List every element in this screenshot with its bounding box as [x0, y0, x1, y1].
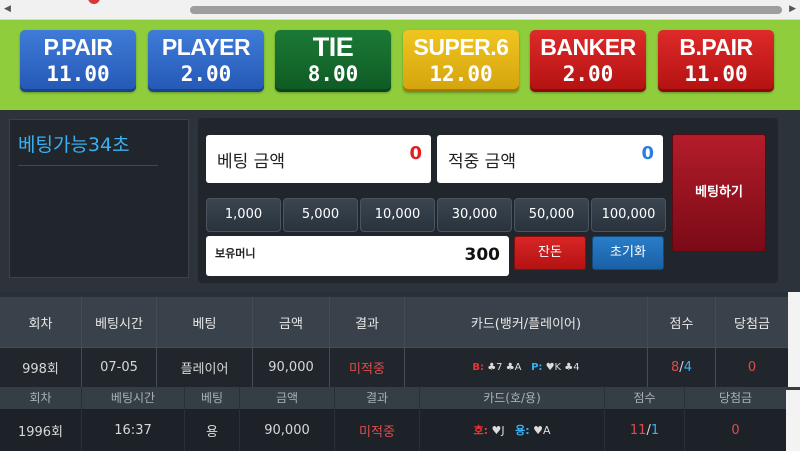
odds-name: SUPER.6 — [413, 34, 509, 60]
bet-history-table: 회차 베팅시간 베팅 금액 결과 카드(뱅커/플레이어) 점수 당첨금 998회… — [0, 297, 800, 387]
cell-score: 11/1 — [605, 409, 685, 451]
odds-value: 12.00 — [429, 62, 493, 86]
odds-value: 2.00 — [562, 62, 614, 86]
header-bet: 베팅 — [185, 387, 240, 409]
header-time: 베팅시간 — [82, 297, 157, 347]
header-round: 회차 — [0, 387, 82, 409]
odds-value: 8.00 — [307, 62, 359, 86]
cell-time: 16:37 — [82, 409, 185, 451]
header-round: 회차 — [0, 297, 82, 347]
player-prefix: P: — [531, 362, 543, 373]
header-amount: 금액 — [240, 387, 335, 409]
header-bet: 베팅 — [157, 297, 253, 347]
table-header: 회차 베팅시간 베팅 금액 결과 카드(뱅커/플레이어) 점수 당첨금 — [0, 297, 800, 347]
odds-name: TIE — [312, 32, 354, 62]
odds-name: P.PAIR — [43, 34, 113, 60]
win-amount-box: 적중 금액 0 — [437, 135, 663, 183]
cell-result: 미적중 — [335, 409, 420, 451]
odds-name: BANKER — [540, 34, 636, 60]
table-header: 회차 베팅시간 베팅 금액 결과 카드(호/용) 점수 당첨금 — [0, 387, 800, 409]
dragon-tiger-history-table: 회차 베팅시간 베팅 금액 결과 카드(호/용) 점수 당첨금 1996회 16… — [0, 387, 800, 451]
header-amount: 금액 — [253, 297, 330, 347]
win-amount-value: 0 — [641, 143, 654, 164]
odds-value: 11.00 — [46, 62, 110, 86]
score-banker: 8 — [671, 360, 680, 375]
bet-area: 베팅 금액 0 적중 금액 0 1,000 5,000 10,000 30,00… — [198, 118, 778, 283]
place-bet-button[interactable]: 베팅하기 — [672, 134, 766, 252]
vertical-scrollbar-lower[interactable] — [786, 390, 800, 451]
header-score: 점수 — [605, 387, 685, 409]
header-score: 점수 — [648, 297, 716, 347]
chip-50000-button[interactable]: 50,000 — [514, 198, 589, 232]
cell-payout: 0 — [731, 422, 740, 438]
timer-box: 베팅가능34초 — [9, 119, 189, 278]
odds-button-banker-pair[interactable]: B.PAIR 11.00 — [658, 30, 774, 92]
money-value: 300 — [464, 245, 501, 265]
header-cards: 카드(뱅커/플레이어) — [405, 297, 648, 347]
odds-button-player-pair[interactable]: P.PAIR 11.00 — [20, 30, 136, 92]
cell-cards: B: ♣7 ♣A P: ♥K ♣4 — [405, 348, 648, 387]
odds-value: 2.00 — [180, 62, 232, 86]
cell-round: 998회 — [0, 348, 82, 387]
cell-cards: 호: ♥J 용: ♥A — [420, 409, 605, 451]
money-label: 보유머니 — [215, 247, 256, 260]
chip-5000-button[interactable]: 5,000 — [283, 198, 358, 232]
odds-name: PLAYER — [161, 34, 251, 60]
scroll-right-icon[interactable]: ▶ — [789, 4, 796, 14]
cell-bet: 플레이어 — [157, 348, 253, 387]
scrollbar-thumb[interactable] — [190, 6, 782, 14]
dragon-prefix: 용: — [515, 424, 530, 437]
header-result: 결과 — [335, 387, 420, 409]
odds-value: 11.00 — [684, 62, 748, 86]
odds-button-banker[interactable]: BANKER 2.00 — [530, 30, 646, 92]
scroll-left-icon[interactable]: ◀ — [4, 4, 11, 14]
money-box: 보유머니 300 — [206, 236, 509, 276]
table-row: 1996회 16:37 용 90,000 미적중 호: ♥J 용: ♥A 11/… — [0, 409, 800, 451]
player-cards: ♥K ♣4 — [545, 362, 580, 373]
odds-button-player[interactable]: PLAYER 2.00 — [148, 30, 264, 92]
score-tiger: 11 — [629, 422, 647, 438]
banker-prefix: B: — [472, 362, 485, 373]
cell-round: 1996회 — [0, 409, 82, 451]
odds-button-super6[interactable]: SUPER.6 12.00 — [403, 30, 519, 92]
tiger-cards: ♥J — [491, 423, 505, 437]
chip-100000-button[interactable]: 100,000 — [591, 198, 666, 232]
cell-amount: 90,000 — [253, 348, 330, 387]
betting-panel: 베팅가능34초 베팅 금액 0 적중 금액 0 1,000 5,000 10,0… — [0, 110, 800, 292]
header-cards: 카드(호/용) — [420, 387, 605, 409]
header-payout: 당첨금 — [734, 316, 770, 332]
cell-result: 미적중 — [330, 348, 405, 387]
cell-payout: 0 — [747, 360, 757, 375]
cell-time: 07-05 — [82, 348, 157, 387]
chip-1000-button[interactable]: 1,000 — [206, 198, 281, 232]
all-in-button[interactable]: 잔돈 — [514, 236, 586, 270]
betting-timer: 베팅가능34초 — [18, 130, 158, 166]
horizontal-scrollbar[interactable]: ◀ ▶ — [0, 0, 800, 20]
dragon-cards: ♥A — [533, 423, 551, 437]
bet-amount-box: 베팅 금액 0 — [206, 135, 431, 183]
bet-amount-label: 베팅 금액 — [217, 152, 285, 172]
header-result: 결과 — [330, 297, 405, 347]
reset-button[interactable]: 초기화 — [592, 236, 664, 270]
odds-bar: P.PAIR 11.00 PLAYER 2.00 TIE 8.00 SUPER.… — [0, 20, 800, 110]
red-indicator — [88, 0, 100, 4]
bet-amount-value: 0 — [409, 143, 422, 164]
win-amount-label: 적중 금액 — [448, 152, 516, 172]
odds-name: B.PAIR — [679, 34, 753, 60]
chip-30000-button[interactable]: 30,000 — [437, 198, 512, 232]
cell-bet: 용 — [185, 409, 240, 451]
header-time: 베팅시간 — [82, 387, 185, 409]
baccarat-betting-page: ◀ ▶ P.PAIR 11.00 PLAYER 2.00 TIE 8.00 SU… — [0, 0, 800, 451]
table-row: 998회 07-05 플레이어 90,000 미적중 B: ♣7 ♣A P: ♥… — [0, 347, 800, 387]
cell-score: 8/4 — [648, 348, 716, 387]
score-player: 4 — [683, 360, 692, 375]
header-payout: 당첨금 — [718, 391, 753, 405]
odds-button-tie[interactable]: TIE 8.00 — [275, 30, 391, 92]
tiger-prefix: 호: — [473, 424, 488, 437]
vertical-scrollbar[interactable] — [788, 292, 800, 390]
banker-cards: ♣7 ♣A — [487, 362, 522, 373]
cell-amount: 90,000 — [240, 409, 335, 451]
score-dragon: 1 — [650, 422, 660, 438]
chip-10000-button[interactable]: 10,000 — [360, 198, 435, 232]
